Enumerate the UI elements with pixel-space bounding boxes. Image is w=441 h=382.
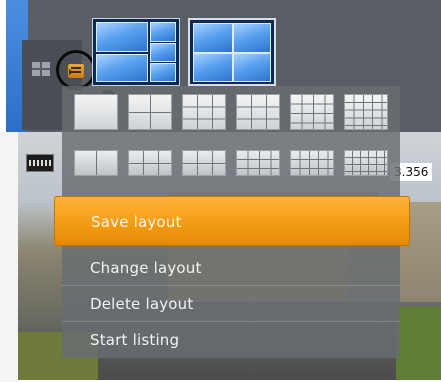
grid-5x5-icon[interactable] xyxy=(344,94,388,130)
grid-wide-3x2-icon[interactable] xyxy=(182,150,226,176)
layout-menu-button[interactable] xyxy=(56,50,96,90)
grid-3x3-icon[interactable] xyxy=(236,94,280,130)
change-layout-menu-item[interactable]: Change layout xyxy=(54,253,410,283)
viewport-left-margin xyxy=(0,132,18,382)
layout-thumbnail-1[interactable] xyxy=(92,18,180,86)
delete-layout-menu-item[interactable]: Delete layout xyxy=(54,289,410,319)
layout-grid-icon[interactable] xyxy=(32,62,50,76)
thumb-cell xyxy=(150,63,176,82)
thumb-cell xyxy=(233,53,271,82)
thumb-cell xyxy=(193,23,233,53)
layout-thumbnail-2[interactable] xyxy=(188,18,276,86)
save-layout-menu-item[interactable]: Save layout xyxy=(54,196,410,246)
thumb-cell xyxy=(233,23,271,53)
grid-1x1-icon[interactable] xyxy=(74,94,118,130)
thumb-cell xyxy=(96,22,148,52)
grid-4x4-icon[interactable] xyxy=(290,94,334,130)
thumb-cell xyxy=(193,53,233,82)
thumb-cell xyxy=(96,54,148,82)
camera-film-icon[interactable] xyxy=(26,154,54,172)
grid-wide-4x3-icon[interactable] xyxy=(236,150,280,176)
menu-divider xyxy=(62,321,400,322)
grid-wide-1plus2-icon[interactable] xyxy=(74,150,118,176)
thumb-cell xyxy=(150,22,176,42)
layout-menu-icon xyxy=(68,64,84,78)
grid-2x2-icon[interactable] xyxy=(128,94,172,130)
app-window: 3.356 Save layout Change layout Delete l… xyxy=(0,0,441,382)
grid-1plus5-icon[interactable] xyxy=(182,94,226,130)
start-listing-menu-item[interactable]: Start listing xyxy=(54,325,410,355)
grid-wide-5x3-icon[interactable] xyxy=(290,150,334,176)
thumb-cell xyxy=(150,43,176,62)
grid-wide-6x4-icon[interactable] xyxy=(344,150,388,176)
grid-wide-2x3-icon[interactable] xyxy=(128,150,172,176)
menu-divider xyxy=(62,285,400,286)
